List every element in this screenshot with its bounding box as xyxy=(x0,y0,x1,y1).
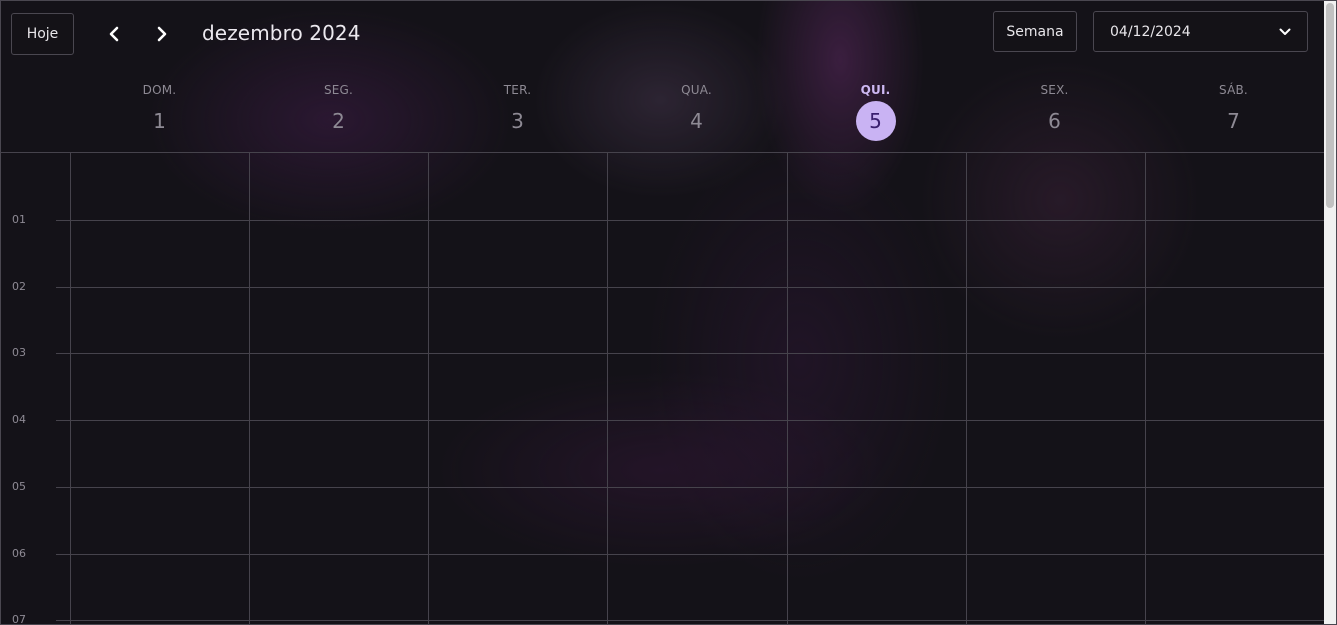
day-time-slots[interactable] xyxy=(250,153,428,625)
date-number[interactable]: 1 xyxy=(140,101,180,141)
next-week-button[interactable] xyxy=(150,22,174,46)
date-number[interactable]: 7 xyxy=(1214,101,1254,141)
today-button[interactable]: Hoje xyxy=(11,13,74,55)
day-header[interactable]: SÁB. 7 xyxy=(1144,82,1323,141)
date-number[interactable]: 3 xyxy=(498,101,538,141)
day-of-week-label: QUA. xyxy=(681,83,712,97)
hour-label: 03 xyxy=(12,346,26,359)
day-time-slots[interactable] xyxy=(967,153,1145,625)
day-of-week-label: DOM. xyxy=(142,83,177,97)
hour-label: 05 xyxy=(12,480,26,493)
chevron-left-icon xyxy=(109,26,119,42)
date-number[interactable]: 4 xyxy=(677,101,717,141)
day-time-slots[interactable] xyxy=(71,153,249,625)
chevron-right-icon xyxy=(157,26,167,42)
date-number[interactable]: 6 xyxy=(1035,101,1075,141)
day-time-slots[interactable] xyxy=(1146,153,1324,625)
month-title: dezembro 2024 xyxy=(202,21,361,45)
hour-label: 06 xyxy=(12,547,26,560)
day-header[interactable]: DOM. 1 xyxy=(70,82,249,141)
day-of-week-label: SÁB. xyxy=(1219,83,1248,97)
scrollbar-thumb[interactable] xyxy=(1326,3,1334,208)
hour-label: 02 xyxy=(12,280,26,293)
today-date-number[interactable]: 5 xyxy=(855,101,896,141)
day-of-week-label: SEG. xyxy=(323,83,354,97)
day-of-week-label: SEX. xyxy=(1040,83,1069,97)
hour-label: 07 xyxy=(12,613,26,625)
day-time-slots[interactable] xyxy=(429,153,607,625)
chevron-down-icon xyxy=(1279,28,1291,35)
date-picker-value: 04/12/2024 xyxy=(1110,23,1191,40)
hour-label: 04 xyxy=(12,413,26,426)
day-time-slots[interactable] xyxy=(608,153,787,625)
day-of-week-label: QUI. xyxy=(860,83,891,97)
day-header[interactable]: QUA. 4 xyxy=(607,82,786,141)
day-time-slots[interactable] xyxy=(788,153,966,625)
day-of-week-label: TER. xyxy=(503,83,532,97)
day-header[interactable]: SEG. 2 xyxy=(249,82,428,141)
day-header[interactable]: TER. 3 xyxy=(428,82,607,141)
day-header[interactable]: SEX. 6 xyxy=(965,82,1144,141)
date-number[interactable]: 2 xyxy=(319,101,359,141)
day-header[interactable]: QUI. 5 xyxy=(786,82,965,141)
hour-label: 01 xyxy=(12,213,26,226)
view-select-button[interactable]: Semana xyxy=(993,11,1077,52)
date-picker-select[interactable]: 04/12/2024 xyxy=(1093,11,1308,52)
previous-week-button[interactable] xyxy=(102,22,126,46)
